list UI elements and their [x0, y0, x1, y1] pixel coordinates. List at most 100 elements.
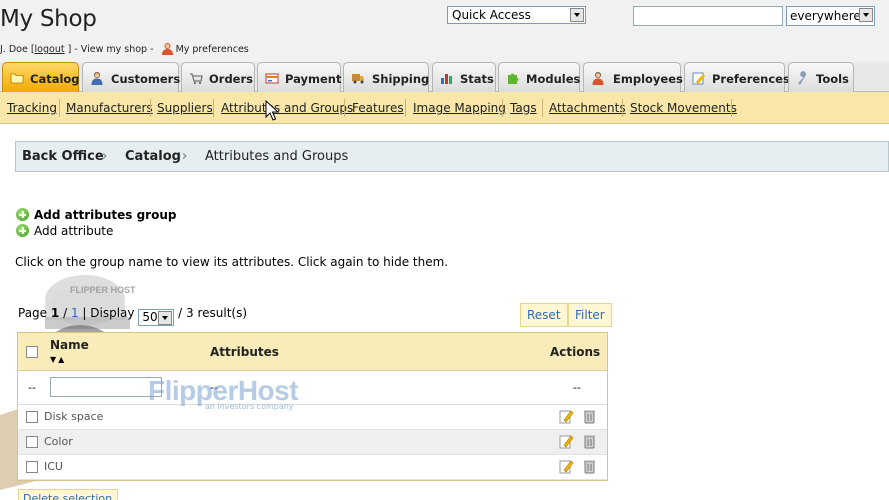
filter-button[interactable]: Filter — [568, 303, 612, 327]
subnav-attributes-and-groups[interactable]: Attributes and Groups — [221, 101, 353, 115]
subnav-features[interactable]: Features — [352, 101, 404, 115]
tab-tools[interactable]: Tools — [788, 62, 854, 92]
tab-customers[interactable]: Customers — [82, 62, 181, 92]
tab-stats[interactable]: Stats — [432, 62, 496, 92]
chevron-down-icon[interactable] — [859, 8, 873, 22]
subnav-divider — [405, 99, 406, 117]
row-checkbox[interactable] — [26, 436, 38, 448]
select-all-checkbox[interactable] — [26, 346, 38, 358]
subnav-divider — [59, 99, 60, 117]
tab-orders-label: Orders — [209, 72, 253, 86]
chevron-down-icon[interactable] — [570, 8, 584, 22]
subnav-divider — [542, 99, 543, 117]
edit-icon[interactable] — [559, 434, 574, 449]
shop-title: My Shop — [0, 6, 97, 32]
subnav-attachments[interactable]: Attachments — [549, 101, 626, 115]
chevron-down-icon[interactable] — [158, 311, 173, 325]
sort-arrows-icon[interactable]: ▼▲ — [50, 355, 66, 364]
subnav-divider — [150, 99, 151, 117]
name-filter-input[interactable] — [50, 377, 162, 397]
tab-shipping[interactable]: Shipping — [343, 62, 429, 92]
row-name[interactable]: Disk space — [44, 410, 103, 423]
display-label: | Display — [82, 306, 135, 320]
col-name-header: Name — [50, 338, 89, 352]
search-input[interactable] — [633, 6, 783, 26]
table-row[interactable]: Color — [18, 430, 607, 455]
quick-access-select[interactable]: Quick Access — [447, 6, 586, 24]
tab-employees[interactable]: Employees — [583, 62, 683, 92]
trash-icon[interactable] — [583, 459, 596, 474]
chevron-right-icon: › — [102, 149, 108, 164]
actions-filter-placeholder: -- — [573, 381, 581, 394]
tab-payment-label: Payment — [285, 72, 342, 86]
per-page-value: 50 — [142, 310, 158, 324]
attributes-grid: Name ▼▲ Attributes Actions -- -- -- Disk… — [17, 332, 608, 481]
quick-access-label: Quick Access — [452, 8, 531, 22]
table-row[interactable]: ICU — [18, 455, 607, 480]
logout-link[interactable]: logout — [35, 44, 65, 55]
person-icon — [91, 72, 103, 85]
table-row[interactable]: Disk space — [18, 405, 607, 430]
truck-icon — [352, 74, 364, 84]
subnav-stock-movements[interactable]: Stock Movements — [630, 101, 737, 115]
tab-shipping-label: Shipping — [372, 72, 430, 86]
subnav-manufacturers[interactable]: Manufacturers — [66, 101, 153, 115]
edit-form-icon — [692, 72, 705, 85]
person-icon — [592, 72, 604, 85]
breadcrumb-catalog[interactable]: Catalog — [125, 149, 181, 164]
bar-chart-icon — [441, 74, 452, 84]
subnav-divider — [344, 99, 345, 117]
result-count: / 3 result(s) — [178, 306, 248, 320]
row-checkbox[interactable] — [26, 461, 38, 473]
add-icon — [16, 208, 29, 221]
trash-icon[interactable] — [583, 409, 596, 424]
filter-row: -- -- -- — [18, 371, 607, 405]
tab-modules[interactable]: Modules — [498, 62, 580, 92]
search-scope-select[interactable]: everywhere — [786, 6, 875, 26]
per-page-select[interactable]: 50 — [138, 309, 175, 326]
trash-icon[interactable] — [583, 434, 596, 449]
subnav-suppliers[interactable]: Suppliers — [157, 101, 213, 115]
page-label: Page — [18, 306, 48, 320]
add-icon — [16, 224, 29, 237]
row-name[interactable]: Color — [44, 435, 73, 448]
subnav-image-mapping[interactable]: Image Mapping — [413, 101, 506, 115]
edit-icon[interactable] — [559, 459, 574, 474]
preferences-link[interactable]: My preferences — [176, 44, 249, 55]
tab-payment[interactable]: Payment — [257, 62, 342, 92]
add-attributes-group-link[interactable]: Add attributes group — [16, 208, 176, 222]
pagination: Page 1 / 1 | Display 50 / 3 result(s) — [18, 306, 247, 326]
header: My Shop J. Doe [logout ] - View my shop … — [0, 0, 889, 62]
delete-selection-button[interactable]: Delete selection — [18, 489, 118, 500]
tab-catalog[interactable]: Catalog — [2, 62, 80, 92]
breadcrumb: Back Office › Catalog › Attributes and G… — [15, 141, 889, 172]
puzzle-icon — [508, 73, 519, 84]
filter-select-placeholder: -- — [28, 381, 36, 394]
reset-button[interactable]: Reset — [520, 303, 568, 327]
add-attributes-group-label: Add attributes group — [34, 208, 177, 222]
add-attribute-link[interactable]: Add attribute — [16, 224, 113, 238]
edit-icon[interactable] — [559, 409, 574, 424]
subnav-tags[interactable]: Tags — [510, 101, 537, 115]
tab-preferences-label: Preferences — [712, 72, 790, 86]
watermark-cap-text: FLIPPER HOST — [70, 285, 136, 295]
mouse-cursor-icon — [265, 100, 279, 121]
tab-employees-label: Employees — [613, 72, 683, 86]
row-checkbox[interactable] — [26, 411, 38, 423]
tab-customers-label: Customers — [111, 72, 181, 86]
col-attributes-header: Attributes — [210, 345, 279, 359]
view-shop-link[interactable]: ] - View my shop - — [68, 44, 154, 55]
tab-preferences[interactable]: Preferences — [684, 62, 790, 92]
tab-orders[interactable]: Orders — [181, 62, 255, 92]
add-attribute-label: Add attribute — [34, 224, 114, 238]
folder-icon — [10, 73, 24, 84]
chevron-right-icon: › — [182, 149, 188, 164]
row-name[interactable]: ICU — [44, 460, 63, 473]
user-name: J. Doe [ — [0, 44, 35, 55]
breadcrumb-back-office[interactable]: Back Office — [22, 149, 104, 164]
total-pages-link[interactable]: 1 — [71, 306, 79, 320]
search-scope-value: everywhere — [790, 9, 861, 23]
subnav-tracking[interactable]: Tracking — [7, 101, 57, 115]
hint-text: Click on the group name to view its attr… — [15, 255, 449, 269]
watermark-tagline: an investors company — [205, 402, 294, 411]
